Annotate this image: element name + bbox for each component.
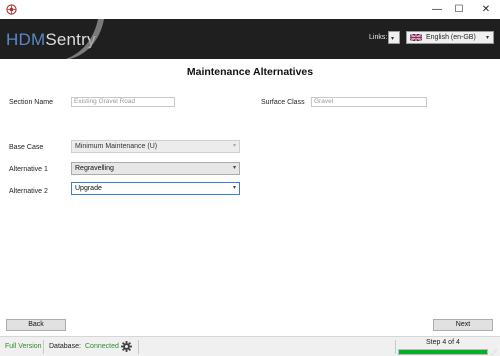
alternative-1-label: Alternative 1 — [9, 166, 48, 173]
maximize-button[interactable]: ☐ — [446, 0, 472, 19]
language-label: English (en-GB) — [426, 34, 476, 41]
uk-flag-icon — [410, 34, 422, 41]
step-indicator: Step 4 of 4 — [426, 339, 460, 346]
chevron-down-icon: ▾ — [391, 36, 395, 42]
base-case-dropdown: Minimum Maintenance (U) ▾ — [71, 140, 240, 153]
surface-class-label: Surface Class — [261, 99, 305, 106]
surface-class-field: Gravel — [311, 97, 427, 107]
section-name-field: Existing Gravel Road — [71, 97, 175, 107]
chevron-down-icon: ▾ — [232, 143, 236, 149]
status-bar: Full Version Database: Connected Step 4 … — [0, 336, 500, 356]
gear-icon[interactable] — [121, 341, 132, 352]
chevron-down-icon: ▾ — [232, 185, 236, 191]
alternative-2-value: Upgrade — [75, 185, 102, 192]
page-title: Maintenance Alternatives — [186, 66, 314, 78]
links-label: Links: — [369, 34, 388, 41]
version-label: Full Version — [5, 343, 42, 350]
app-icon — [6, 4, 17, 15]
logo-swoosh-icon — [66, 19, 104, 59]
section-name-label: Section Name — [9, 99, 53, 106]
back-button[interactable]: Back — [6, 319, 66, 331]
chevron-down-icon: ▾ — [486, 35, 490, 41]
status-divider — [43, 340, 44, 354]
chevron-down-icon: ▾ — [232, 165, 236, 171]
status-divider — [395, 340, 396, 354]
alternative-1-value: Regravelling — [75, 165, 114, 172]
app-header: HDMSentry Links: ▾ English (en-GB) ▾ — [0, 19, 500, 59]
alternative-2-dropdown[interactable]: Upgrade ▾ — [71, 182, 240, 195]
language-dropdown[interactable]: English (en-GB) ▾ — [406, 31, 494, 44]
window-titlebar: — ☐ ✕ — [0, 0, 500, 19]
status-divider — [138, 340, 139, 354]
base-case-label: Base Case — [9, 144, 44, 151]
step-progress-bar — [398, 349, 488, 355]
close-button[interactable]: ✕ — [473, 0, 499, 19]
database-status: Connected — [85, 343, 119, 350]
logo-part-hdm: HDM — [6, 30, 46, 49]
base-case-value: Minimum Maintenance (U) — [75, 143, 158, 150]
alternative-1-dropdown[interactable]: Regravelling ▾ — [71, 162, 240, 175]
progress-fill — [399, 350, 487, 354]
resize-grip-icon[interactable]: ⋰ — [491, 349, 497, 356]
links-dropdown[interactable]: ▾ — [388, 31, 400, 44]
database-label: Database: — [49, 343, 81, 350]
next-button[interactable]: Next — [433, 319, 493, 331]
alternative-2-label: Alternative 2 — [9, 188, 48, 195]
